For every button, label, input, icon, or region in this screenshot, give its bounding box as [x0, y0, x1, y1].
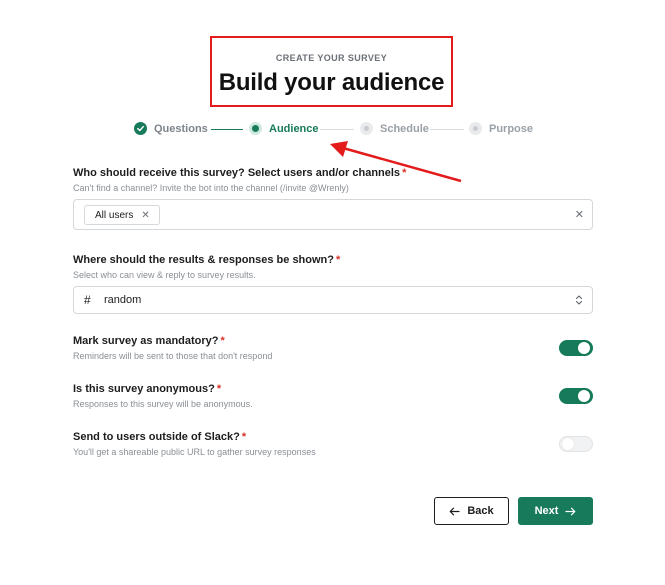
step-audience[interactable]: Audience [249, 122, 319, 135]
close-icon[interactable]: ✕ [575, 208, 584, 221]
step-connector [430, 129, 464, 130]
next-label: Next [534, 505, 559, 517]
back-label: Back [467, 505, 494, 517]
outside-slack-label: Send to users outside of Slack? * [73, 431, 247, 443]
progress-stepper: Questions Audience Schedule Purpose [134, 122, 554, 138]
required-mark: * [336, 254, 341, 266]
step-questions[interactable]: Questions [134, 122, 208, 135]
current-step-icon [249, 122, 262, 135]
next-button[interactable]: Next [518, 497, 593, 525]
step-label: Audience [269, 122, 319, 135]
step-label: Questions [154, 122, 208, 135]
pending-step-icon [360, 122, 373, 135]
recipient-chip: All users ✕ [84, 205, 160, 225]
recipients-multiselect[interactable]: All users ✕ ✕ [73, 199, 593, 230]
arrow-right-icon [565, 507, 576, 515]
mandatory-toggle[interactable] [559, 340, 593, 356]
pending-step-icon [469, 122, 482, 135]
outside-slack-help: You'll get a shareable public URL to gat… [73, 447, 316, 457]
hash-icon: # [84, 293, 91, 307]
arrow-left-icon [449, 507, 460, 515]
mandatory-label: Mark survey as mandatory? * [73, 335, 225, 347]
step-label: Purpose [489, 122, 534, 135]
step-schedule[interactable]: Schedule [360, 122, 429, 135]
step-label: Schedule [380, 122, 429, 135]
results-channel-select[interactable]: # random [73, 286, 593, 314]
required-mark: * [220, 335, 225, 347]
anonymous-toggle[interactable] [559, 388, 593, 404]
title-annotation-box: CREATE YOUR SURVEY Build your audience [210, 36, 453, 107]
page-title: Build your audience [218, 69, 445, 96]
recipients-label: Who should receive this survey? Select u… [73, 167, 407, 179]
chevron-updown-icon [575, 295, 583, 305]
results-channel-label: Where should the results & responses be … [73, 254, 341, 266]
step-connector [211, 129, 243, 130]
page-eyebrow: CREATE YOUR SURVEY [275, 53, 388, 63]
step-connector [320, 129, 354, 130]
check-circle-icon [134, 122, 147, 135]
outside-slack-toggle[interactable] [559, 436, 593, 452]
recipients-help: Can't find a channel? Invite the bot int… [73, 183, 349, 193]
close-icon[interactable]: ✕ [141, 210, 149, 221]
toggle-knob [578, 342, 590, 354]
chip-label: All users [95, 209, 134, 221]
select-value: random [104, 294, 142, 306]
results-channel-help: Select who can view & reply to survey re… [73, 270, 256, 280]
anonymous-help: Responses to this survey will be anonymo… [73, 399, 253, 409]
required-mark: * [241, 431, 247, 443]
mandatory-help: Reminders will be sent to those that don… [73, 351, 273, 361]
toggle-knob [578, 390, 590, 402]
back-button[interactable]: Back [434, 497, 509, 525]
anonymous-label: Is this survey anonymous? * [73, 383, 222, 395]
required-mark: * [402, 167, 407, 179]
toggle-knob [562, 438, 574, 450]
required-mark: * [216, 383, 222, 395]
step-purpose[interactable]: Purpose [469, 122, 533, 135]
